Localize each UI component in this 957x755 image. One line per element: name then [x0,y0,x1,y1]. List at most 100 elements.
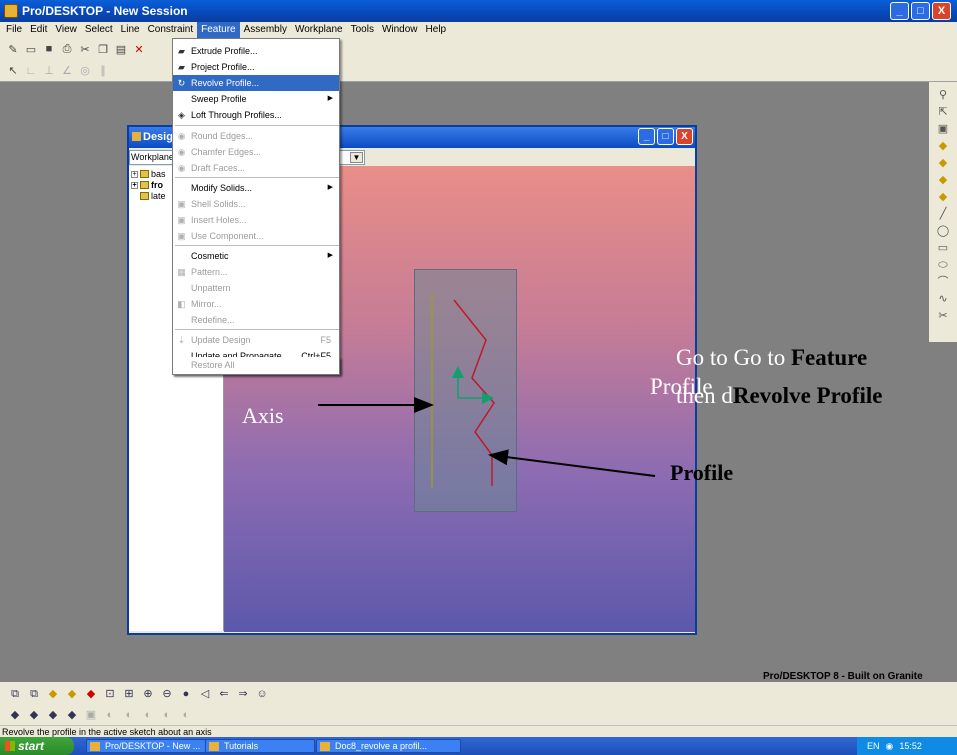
perpendicular-icon[interactable]: ⊥ [42,64,56,78]
render-icon-2[interactable]: ◆ [27,708,41,722]
render-icon-1[interactable]: ◆ [8,708,22,722]
select-edges-icon[interactable]: ⇱ [935,105,951,119]
menu-item-update-design[interactable]: ⇣ Update Design F5 [173,332,339,348]
menu-file[interactable]: File [2,22,26,38]
cut-icon[interactable]: ✂ [78,42,92,56]
menu-item-chamfer[interactable]: ◉ Chamfer Edges... [173,144,339,160]
design-close-button[interactable]: X [676,128,693,145]
render-icon-3[interactable]: ◆ [46,708,60,722]
close-button[interactable]: X [932,2,951,20]
select-workplanes-icon[interactable]: ◆ [935,173,951,187]
expand-icon[interactable]: + [131,170,138,178]
copy-icon[interactable]: ❐ [96,42,110,56]
select-tool-icon[interactable]: ↖ [6,64,20,78]
menu-item-use-component[interactable]: ▣ Use Component... [173,228,339,244]
parallel-icon[interactable]: ∥ [96,64,110,78]
render-icon-4[interactable]: ◆ [65,708,79,722]
render-icon-9[interactable]: ◐ [160,708,174,722]
constraint-icon[interactable]: ∟ [24,64,38,78]
select-parts-icon[interactable]: ◆ [935,139,951,153]
select-sketches-icon[interactable]: ◆ [935,190,951,204]
tree-node-front[interactable]: + fro [131,180,163,190]
render-icon-10[interactable]: ◐ [179,708,193,722]
tile-icon[interactable]: ⧉ [27,687,41,701]
solid-view-icon[interactable]: ◆ [84,687,98,701]
minimize-button[interactable]: _ [890,2,909,20]
arrow-right-icon[interactable]: ⇒ [236,687,250,701]
menu-constraint[interactable]: Constraint [144,22,198,38]
menu-item-draft[interactable]: ◉ Draft Faces... [173,160,339,176]
trim-tool-icon[interactable]: ✂ [935,309,951,323]
rectangle-tool-icon[interactable]: ▭ [935,241,951,255]
task-tutorials[interactable]: Tutorials [205,739,315,753]
menu-item-loft[interactable]: ◈ Loft Through Profiles... [173,107,339,123]
menu-item-unpattern[interactable]: Unpattern [173,280,339,296]
render-icon-6[interactable]: ◐ [103,708,117,722]
menu-item-modify-solids[interactable]: Modify Solids... ▶ [173,180,339,196]
menu-item-pattern[interactable]: ▦ Pattern... [173,264,339,280]
arc-tool-icon[interactable]: ⌒ [935,275,951,289]
menu-edit[interactable]: Edit [26,22,51,38]
menu-tools[interactable]: Tools [347,22,378,38]
menu-item-cosmetic[interactable]: Cosmetic ▶ [173,248,339,264]
menu-item-sweep[interactable]: Sweep Profile ▶ [173,91,339,107]
zoom-out-icon[interactable]: ⊖ [160,687,174,701]
zoom-in-icon[interactable]: ⊕ [141,687,155,701]
expand-icon[interactable]: + [131,181,138,189]
zoom-window-icon[interactable]: ⊞ [122,687,136,701]
menu-view[interactable]: View [51,22,81,38]
rotate-icon[interactable]: ● [179,687,193,701]
render-icon-5[interactable]: ▣ [84,708,98,722]
menu-item-project[interactable]: ▰ Project Profile... [173,59,339,75]
menu-item-insert-holes[interactable]: ▣ Insert Holes... [173,212,339,228]
spline-tool-icon[interactable]: ∿ [935,292,951,306]
menu-window[interactable]: Window [378,22,422,38]
select-faces-icon[interactable]: ▣ [935,122,951,136]
print-icon[interactable]: ⎙ [60,42,74,56]
language-indicator[interactable]: EN [867,737,880,755]
help-cursor-icon[interactable]: ⚲ [935,88,951,102]
paste-icon[interactable]: ▤ [114,42,128,56]
menu-item-redefine[interactable]: Redefine... [173,312,339,328]
delete-icon[interactable]: ✕ [132,42,146,56]
design-minimize-button[interactable]: _ [638,128,655,145]
arrow-left-icon[interactable]: ⇐ [217,687,231,701]
menu-line[interactable]: Line [117,22,144,38]
workplane-view-icon[interactable]: ◆ [46,687,60,701]
menu-select[interactable]: Select [81,22,117,38]
line-tool-icon[interactable]: ╱ [935,207,951,221]
menu-assembly[interactable]: Assembly [240,22,291,38]
ellipse-tool-icon[interactable]: ⬭ [935,258,951,272]
zoom-all-icon[interactable]: ⊡ [103,687,117,701]
tree-node-base[interactable]: + bas [131,169,166,179]
menu-feature[interactable]: Feature [197,22,240,38]
smile-icon[interactable]: ☺ [255,687,269,701]
menu-item-mirror[interactable]: ◧ Mirror... [173,296,339,312]
new-window-icon[interactable]: ⧉ [8,687,22,701]
save-icon[interactable]: ■ [42,42,56,56]
menu-help[interactable]: Help [422,22,451,38]
angle-icon[interactable]: ∠ [60,64,74,78]
circle-constraint-icon[interactable]: ◎ [78,64,92,78]
design-maximize-button[interactable]: □ [657,128,674,145]
new-design-icon[interactable]: ✎ [6,42,20,56]
task-prodesktop[interactable]: Pro/DESKTOP - New ... [86,739,206,753]
menu-item-extrude[interactable]: ▰ Extrude Profile... [173,43,339,59]
start-button[interactable]: start [0,737,74,755]
tray-icons[interactable]: ◉ [886,737,894,755]
menu-workplane[interactable]: Workplane [291,22,347,38]
menu-item-revolve[interactable]: ↻ Revolve Profile... [173,75,339,91]
select-features-icon[interactable]: ◆ [935,156,951,170]
circle-tool-icon[interactable]: ◯ [935,224,951,238]
chevron-down-icon[interactable]: ▼ [350,152,363,163]
menu-item-restore-all[interactable]: Restore All [172,357,340,375]
menu-item-shell[interactable]: ▣ Shell Solids... [173,196,339,212]
render-icon-7[interactable]: ◐ [122,708,136,722]
task-doc8[interactable]: Doc8_revolve a profil... [316,739,461,753]
render-icon-8[interactable]: ◐ [141,708,155,722]
open-icon[interactable]: ▭ [24,42,38,56]
maximize-button[interactable]: □ [911,2,930,20]
back-icon[interactable]: ◁ [198,687,212,701]
tree-node-lateral[interactable]: late [140,191,166,201]
menu-item-round-edges[interactable]: ◉ Round Edges... [173,128,339,144]
